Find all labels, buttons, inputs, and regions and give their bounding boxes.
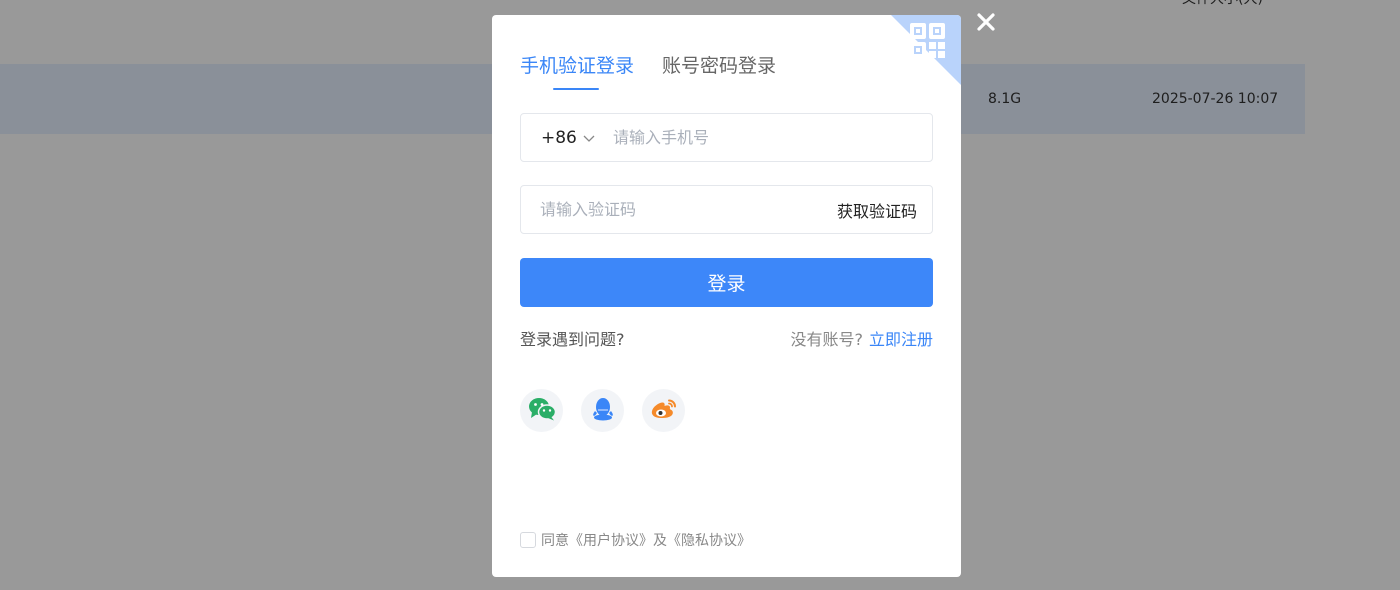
- agreement-and: 及: [653, 533, 667, 549]
- tab-phone-login[interactable]: 手机验证登录: [520, 51, 634, 90]
- weibo-login-button[interactable]: [642, 389, 685, 432]
- register-link[interactable]: 立即注册: [869, 330, 933, 349]
- login-trouble-link[interactable]: 登录遇到问题?: [520, 326, 625, 350]
- no-account-label: 没有账号?: [790, 330, 863, 349]
- tab-password-login[interactable]: 账号密码登录: [662, 51, 776, 88]
- user-agreement-link[interactable]: 《用户协议》: [569, 530, 653, 550]
- login-button[interactable]: 登录: [520, 258, 933, 307]
- login-tabs: 手机验证登录 账号密码登录: [520, 51, 776, 90]
- help-row: 登录遇到问题? 没有账号? 立即注册: [520, 326, 933, 350]
- login-modal: 手机验证登录 账号密码登录 +86 获取验证码 登录 登录遇到问题? 没有账号?…: [492, 15, 961, 577]
- qq-login-button[interactable]: [581, 389, 624, 432]
- close-icon[interactable]: [974, 10, 998, 34]
- verification-code-field: 获取验证码: [520, 185, 933, 234]
- social-login-list: [520, 389, 685, 432]
- agreement-checkbox[interactable]: [520, 532, 536, 548]
- agreement-row: 同意 《用户协议》 及 《隐私协议》: [520, 530, 751, 550]
- qq-icon: [592, 397, 614, 425]
- register-prompt: 没有账号? 立即注册: [790, 326, 933, 350]
- phone-field: +86: [520, 113, 933, 162]
- wechat-icon: [528, 397, 556, 425]
- country-code-select[interactable]: +86: [521, 128, 613, 148]
- verification-code-input[interactable]: [521, 186, 837, 233]
- chevron-down-icon: [583, 128, 595, 148]
- phone-input[interactable]: [613, 114, 932, 161]
- weibo-icon: [650, 397, 678, 425]
- agreement-prefix: 同意: [541, 533, 569, 549]
- qr-code-icon[interactable]: [891, 15, 961, 85]
- wechat-login-button[interactable]: [520, 389, 563, 432]
- get-code-button[interactable]: 获取验证码: [837, 198, 932, 222]
- country-code-label: +86: [541, 127, 577, 148]
- privacy-agreement-link[interactable]: 《隐私协议》: [667, 530, 751, 550]
